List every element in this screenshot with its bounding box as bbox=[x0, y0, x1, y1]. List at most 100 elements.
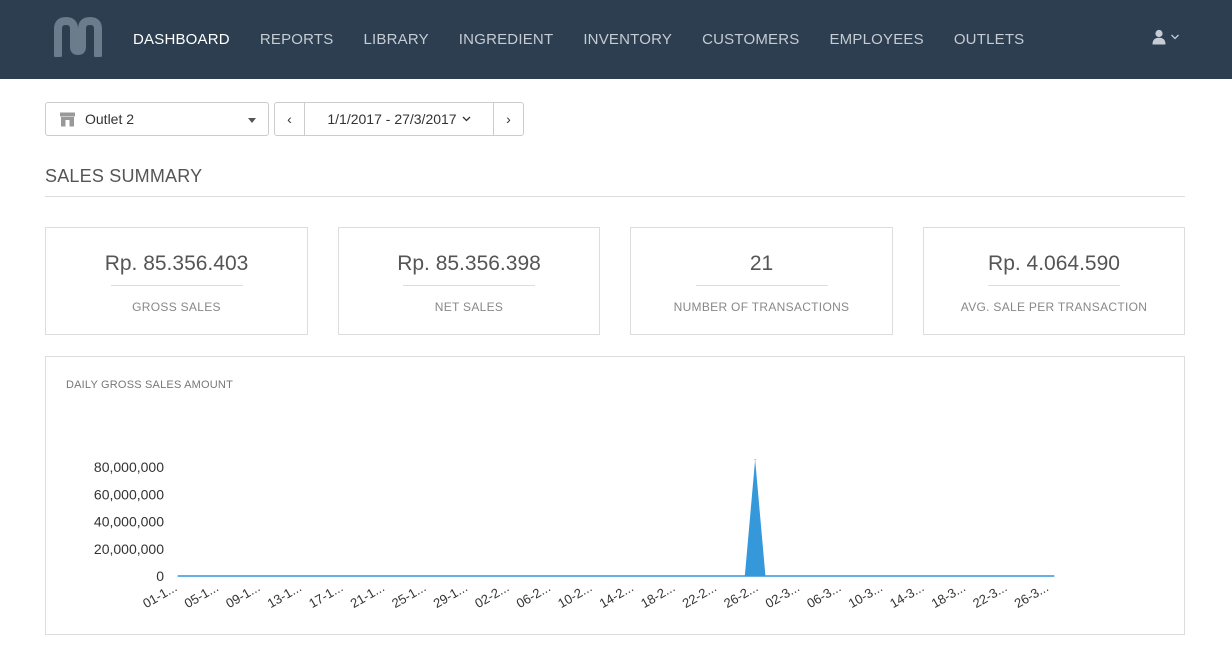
x-tick-label: 10-3... bbox=[846, 580, 885, 611]
date-range-button[interactable]: 1/1/2017 - 27/3/2017 bbox=[305, 103, 493, 135]
chevron-down-icon bbox=[1171, 34, 1179, 40]
x-tick-label: 25-1... bbox=[389, 580, 428, 611]
data-point bbox=[527, 575, 529, 577]
data-point bbox=[414, 575, 416, 577]
main-nav: DASHBOARD REPORTS LIBRARY INGREDIENT INVENTO… bbox=[118, 0, 1039, 79]
nav-item-ingredient[interactable]: INGREDIENT bbox=[444, 31, 569, 48]
y-tick-label: 0 bbox=[156, 568, 164, 584]
data-point bbox=[301, 575, 303, 577]
card-divider bbox=[695, 285, 828, 286]
data-point bbox=[898, 575, 901, 577]
data-point bbox=[754, 459, 756, 461]
data-point bbox=[929, 575, 931, 577]
data-point bbox=[383, 575, 385, 577]
data-point bbox=[878, 575, 880, 577]
data-point bbox=[393, 575, 396, 577]
nav-item-library[interactable]: LIBRARY bbox=[348, 31, 443, 48]
x-tick-label: 22-2... bbox=[680, 580, 719, 611]
data-point bbox=[1053, 575, 1055, 577]
x-tick-label: 06-3... bbox=[804, 580, 843, 611]
data-point bbox=[435, 575, 437, 577]
sales-area-series bbox=[178, 459, 1054, 576]
nav-item-customers[interactable]: CUSTOMERS bbox=[687, 31, 814, 48]
y-tick-label: 60,000,000 bbox=[94, 486, 164, 502]
data-point bbox=[764, 575, 767, 577]
data-point bbox=[280, 575, 282, 577]
nav-item-outlets[interactable]: OUTLETS bbox=[939, 31, 1040, 48]
data-point bbox=[187, 575, 189, 577]
user-menu[interactable] bbox=[1152, 29, 1180, 45]
data-point bbox=[1001, 575, 1004, 577]
data-point bbox=[795, 575, 797, 577]
nav-item-employees[interactable]: EMPLOYEES bbox=[814, 31, 938, 48]
data-point bbox=[981, 575, 983, 577]
data-point bbox=[228, 575, 231, 577]
data-point bbox=[744, 575, 746, 577]
data-point bbox=[517, 575, 519, 577]
data-point bbox=[208, 575, 210, 577]
section-divider bbox=[45, 196, 1185, 197]
date-range-picker: ‹ 1/1/2017 - 27/3/2017 › bbox=[274, 102, 524, 136]
store-icon bbox=[60, 112, 75, 126]
y-tick-label: 80,000,000 bbox=[94, 459, 164, 475]
data-point bbox=[651, 575, 653, 577]
x-tick-label: 01-1... bbox=[140, 580, 179, 611]
x-tick-label: 18-2... bbox=[638, 580, 677, 611]
data-point bbox=[950, 575, 952, 577]
data-point bbox=[1032, 575, 1034, 577]
x-tick-label: 13-1... bbox=[265, 580, 304, 611]
data-point bbox=[599, 575, 602, 577]
data-point bbox=[960, 575, 962, 577]
data-point bbox=[290, 575, 292, 577]
summary-card-net-sales: Rp. 85.356.398 NET SALES bbox=[338, 227, 600, 335]
section-title: SALES SUMMARY bbox=[45, 166, 203, 186]
card-divider bbox=[110, 285, 243, 286]
x-tick-label: 06-2... bbox=[514, 580, 553, 611]
data-point bbox=[682, 575, 684, 577]
x-tick-label: 14-3... bbox=[887, 580, 926, 611]
x-tick-label: 22-3... bbox=[970, 580, 1009, 611]
x-tick-label: 29-1... bbox=[431, 580, 470, 611]
outlet-select[interactable]: Outlet 2 bbox=[45, 102, 269, 136]
next-date-button[interactable]: › bbox=[493, 103, 523, 135]
data-point bbox=[507, 575, 509, 577]
data-point bbox=[362, 575, 365, 577]
user-icon bbox=[1152, 29, 1166, 45]
x-tick-label: 18-3... bbox=[929, 580, 968, 611]
brand-logo[interactable] bbox=[52, 17, 104, 57]
prev-date-button[interactable]: ‹ bbox=[275, 103, 305, 135]
summary-card-label: AVG. SALE PER TRANSACTION bbox=[960, 300, 1148, 314]
x-tick-label: 26-3... bbox=[1012, 580, 1051, 611]
summary-card-label: NET SALES bbox=[434, 300, 504, 314]
data-point bbox=[1012, 575, 1014, 577]
data-point bbox=[404, 575, 406, 577]
summary-card-value: Rp. 4.064.590 bbox=[988, 252, 1120, 275]
data-point bbox=[703, 575, 705, 577]
data-point bbox=[465, 575, 468, 577]
data-point bbox=[816, 575, 818, 577]
data-point bbox=[620, 575, 622, 577]
data-point bbox=[836, 575, 839, 577]
data-point bbox=[970, 575, 973, 577]
nav-item-reports[interactable]: REPORTS bbox=[245, 31, 349, 48]
data-point bbox=[806, 575, 808, 577]
data-point bbox=[733, 575, 736, 577]
data-point bbox=[589, 575, 591, 577]
data-point bbox=[538, 575, 540, 577]
data-point bbox=[909, 575, 911, 577]
data-point bbox=[630, 575, 633, 577]
nav-item-dashboard[interactable]: DASHBOARD bbox=[118, 31, 245, 48]
data-point bbox=[558, 575, 560, 577]
nav-item-inventory[interactable]: INVENTORY bbox=[568, 31, 687, 48]
daily-gross-sales-chart: 80,000,000 60,000,000 40,000,000 20,000,000… bbox=[94, 459, 1055, 611]
data-point bbox=[847, 575, 849, 577]
data-point bbox=[239, 575, 241, 577]
data-point bbox=[723, 575, 725, 577]
caret-down-icon bbox=[248, 118, 256, 123]
data-point bbox=[713, 575, 715, 577]
x-tick-label: 21-1... bbox=[348, 580, 387, 611]
data-point bbox=[610, 575, 612, 577]
x-tick-label: 05-1... bbox=[182, 580, 221, 611]
data-point bbox=[311, 575, 313, 577]
summary-card-value: 21 bbox=[749, 252, 774, 275]
